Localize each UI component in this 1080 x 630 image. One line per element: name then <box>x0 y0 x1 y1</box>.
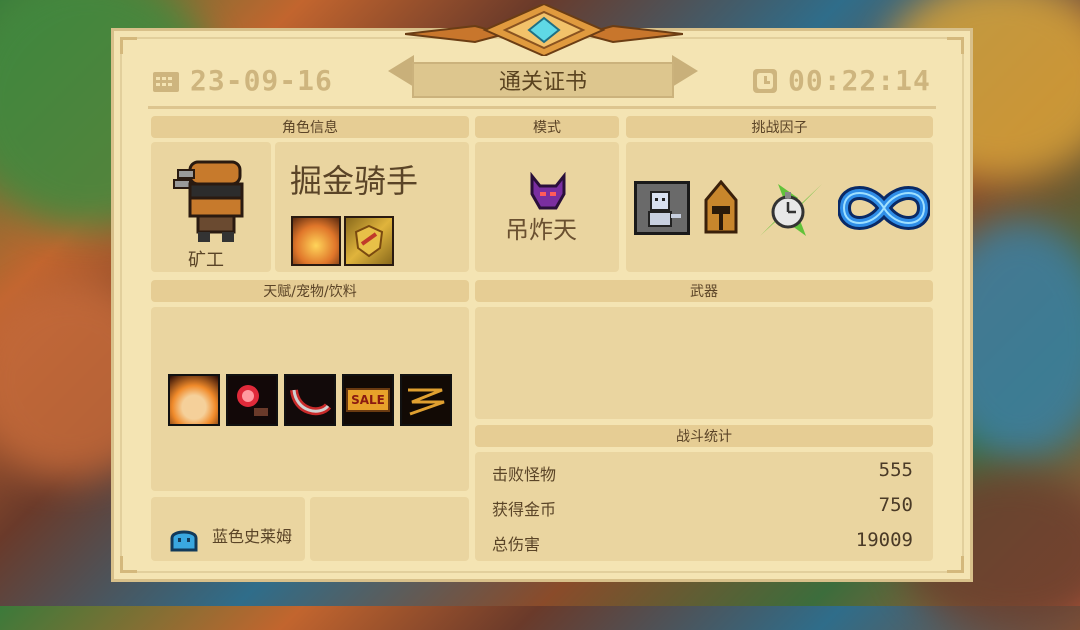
section-title-weapons: 武器 <box>475 280 933 302</box>
miner-knight-icon <box>173 160 244 242</box>
zigzag-icon <box>400 374 452 426</box>
burning-hamster-icon <box>168 374 220 426</box>
character-name: 掘金骑手 <box>290 162 419 200</box>
corner-ornament <box>120 556 137 573</box>
calendar-icon <box>153 71 179 92</box>
sale-tag-text: SALE <box>346 388 390 412</box>
section-title-challenge: 挑战因子 <box>626 116 933 138</box>
weapons-panel <box>475 307 933 419</box>
flame-beast-skill-icon <box>291 216 341 266</box>
blade-slash-icon <box>284 374 336 426</box>
clock-icon <box>753 68 777 93</box>
time-display: 00:22:14 <box>752 64 931 97</box>
mode-name: 吊炸天 <box>505 216 577 244</box>
stat-value-gold: 750 <box>878 494 913 516</box>
ribbon-tail-left <box>388 55 414 87</box>
pet-name: 蓝色史莱姆 <box>212 527 293 546</box>
corner-ornament <box>947 37 964 54</box>
gem-crest-ornament <box>405 4 683 56</box>
blue-slime-icon <box>170 530 198 552</box>
ribbon-tail-right <box>672 55 698 87</box>
red-orb-icon <box>226 374 278 426</box>
purple-demon-mask-icon <box>530 172 566 210</box>
section-title-talents: 天赋/宠物/饮料 <box>151 280 469 302</box>
stat-label-kills: 击败怪物 <box>492 465 557 484</box>
drink-panel <box>310 497 469 561</box>
header-divider <box>148 106 936 109</box>
stat-value-kills: 555 <box>878 459 913 481</box>
shield-buff-icon <box>344 216 394 266</box>
stat-value-damage: 19009 <box>855 529 913 551</box>
golden-helmet-icon <box>704 180 738 234</box>
time-text: 00:22:14 <box>788 64 931 97</box>
corner-ornament <box>947 556 964 573</box>
sale-tag-icon: SALE <box>342 374 394 426</box>
page-title: 通关证书 <box>412 62 674 98</box>
section-title-mode: 模式 <box>475 116 619 138</box>
date-display: 23-09-16 <box>152 64 333 97</box>
stopwatch-icon <box>760 184 822 236</box>
infinity-icon <box>838 186 930 230</box>
section-title-character: 角色信息 <box>151 116 469 138</box>
character-class: 矿工 <box>188 250 224 271</box>
page-title-text: 通关证书 <box>498 70 587 95</box>
robot-figure-icon <box>634 181 690 235</box>
section-title-battle-stats: 战斗统计 <box>475 425 933 447</box>
corner-ornament <box>120 37 137 54</box>
date-text: 23-09-16 <box>190 64 333 97</box>
stat-label-damage: 总伤害 <box>492 535 541 554</box>
stat-label-gold: 获得金币 <box>492 500 557 519</box>
